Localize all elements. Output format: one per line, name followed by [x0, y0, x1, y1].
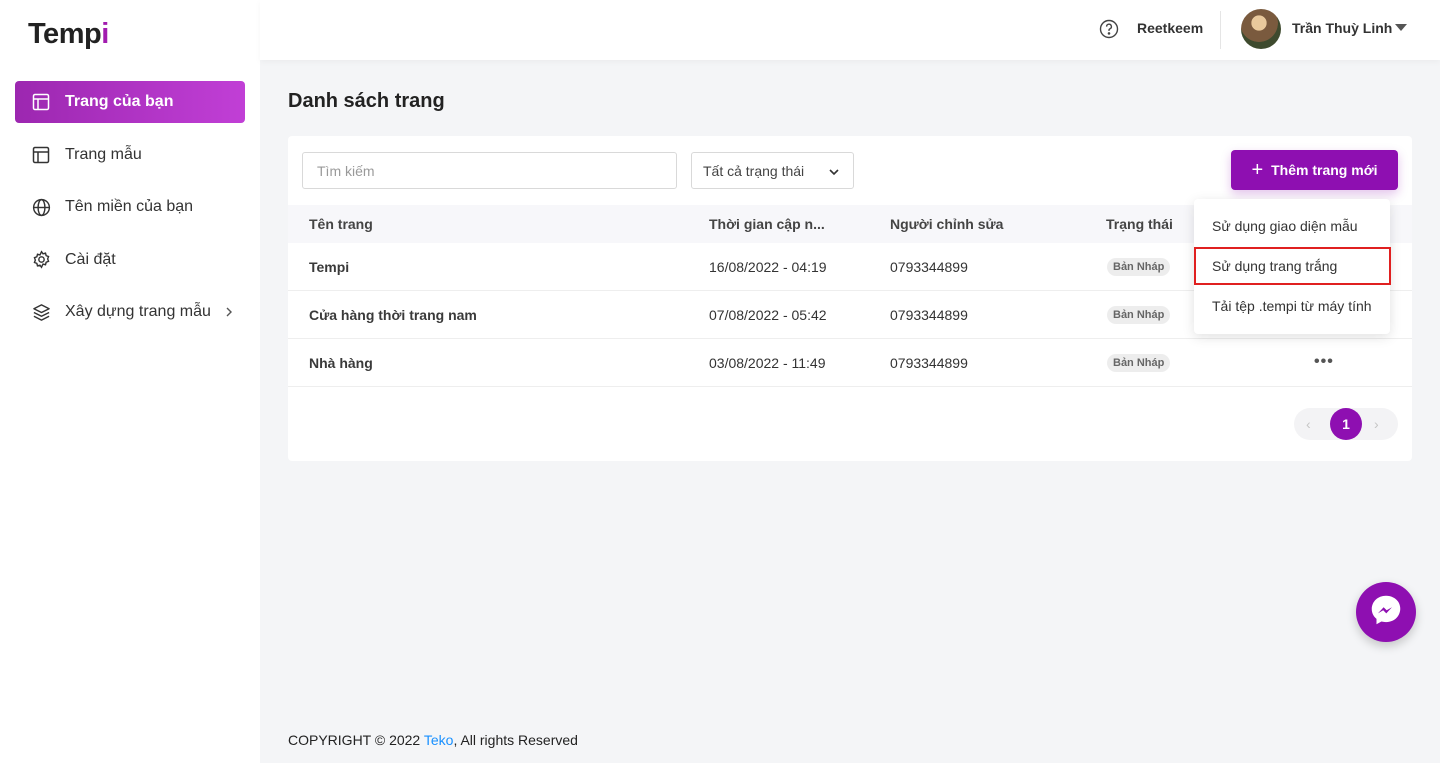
sidebar-item-domains[interactable]: Tên miền của bạn — [15, 186, 245, 228]
page-title: Danh sách trang — [288, 90, 445, 112]
editor: 0793344899 — [890, 259, 968, 275]
add-page-menu: Sử dụng giao diện mẫu Sử dụng trang trắn… — [1194, 199, 1391, 334]
column-header-name[interactable]: Tên trang — [309, 216, 373, 232]
avatar[interactable] — [1241, 9, 1281, 49]
sidebar-item-my-pages[interactable]: Trang của bạn — [15, 81, 245, 123]
next-page-button[interactable]: › — [1374, 416, 1379, 432]
sidebar-item-label: Trang của bạn — [65, 93, 174, 110]
top-header: Reetkeem Trần Thuỳ Linh — [260, 0, 1440, 60]
page-name[interactable]: Tempi — [309, 259, 349, 275]
updated-time: 03/08/2022 - 11:49 — [709, 355, 826, 371]
gear-icon — [31, 250, 51, 270]
footer-copyright: COPYRIGHT © 2022 Teko, All rights Reserv… — [288, 732, 578, 748]
editor: 0793344899 — [890, 355, 968, 371]
help-icon[interactable] — [1099, 19, 1119, 39]
workspace-name[interactable]: Reetkeem — [1137, 20, 1203, 36]
status-badge: Bản Nháp — [1107, 354, 1171, 372]
updated-time: 16/08/2022 - 04:19 — [709, 259, 827, 275]
layout-icon — [31, 92, 51, 112]
app-logo[interactable]: Tempi — [28, 18, 109, 51]
status-badge: Bản Nháp — [1107, 306, 1171, 324]
sidebar-item-label: Trang mẫu — [65, 145, 142, 163]
more-options-icon[interactable]: ••• — [1314, 353, 1334, 371]
column-header-status[interactable]: Trạng thái — [1106, 216, 1173, 232]
sidebar-item-label: Cài đặt — [65, 250, 116, 268]
footer-prefix: COPYRIGHT © 2022 — [288, 732, 424, 748]
add-page-button[interactable]: + Thêm trang mới — [1231, 150, 1398, 190]
menu-item-use-blank-page[interactable]: Sử dụng trang trắng — [1194, 247, 1391, 285]
editor: 0793344899 — [890, 307, 968, 323]
footer-suffix: , All rights Reserved — [453, 732, 578, 748]
messenger-chat-button[interactable] — [1356, 582, 1416, 642]
page-name[interactable]: Nhà hàng — [309, 355, 373, 371]
status-filter-select[interactable]: Tất cả trạng thái — [691, 152, 854, 189]
status-filter-value: Tất cả trạng thái — [703, 162, 805, 179]
layers-icon — [31, 302, 51, 322]
sidebar-item-label: Tên miền của bạn — [65, 198, 194, 215]
user-name[interactable]: Trần Thuỳ Linh — [1292, 20, 1392, 36]
globe-icon — [31, 197, 51, 217]
sidebar-item-build-templates[interactable]: Xây dựng trang mẫu — [15, 291, 245, 333]
plus-icon: + — [1251, 159, 1264, 181]
sidebar-item-label: Xây dựng trang mẫu — [65, 303, 211, 320]
table-row[interactable]: Nhà hàng 03/08/2022 - 11:49 0793344899 B… — [288, 339, 1412, 387]
caret-down-icon[interactable] — [1395, 24, 1407, 31]
sidebar-item-templates[interactable]: Trang mẫu — [15, 134, 245, 176]
sidebar: Tempi Trang của bạn Trang mẫu Tên miền c… — [0, 0, 260, 763]
add-page-label: Thêm trang mới — [1271, 162, 1378, 178]
menu-item-use-template[interactable]: Sử dụng giao diện mẫu — [1194, 208, 1390, 244]
updated-time: 07/08/2022 - 05:42 — [709, 307, 827, 323]
messenger-icon — [1367, 591, 1405, 634]
chevron-right-icon — [221, 304, 237, 320]
sidebar-item-settings[interactable]: Cài đặt — [15, 239, 245, 281]
chevron-down-icon — [827, 165, 841, 179]
pagination: ‹ 1 › — [1294, 408, 1398, 440]
column-header-updated[interactable]: Thời gian cập n... — [709, 216, 825, 232]
prev-page-button[interactable]: ‹ — [1306, 416, 1311, 432]
sidebar-nav: Trang của bạn Trang mẫu Tên miền của bạn… — [15, 81, 245, 344]
page-name[interactable]: Cửa hàng thời trang nam — [309, 307, 477, 323]
status-badge: Bản Nháp — [1107, 258, 1171, 276]
footer-link-teko[interactable]: Teko — [424, 732, 454, 748]
layout-icon — [31, 145, 51, 165]
search-input[interactable] — [302, 152, 677, 189]
page-1-button[interactable]: 1 — [1330, 408, 1362, 440]
menu-item-upload-tempi-file[interactable]: Tải tệp .tempi từ máy tính — [1194, 288, 1390, 324]
column-header-editor[interactable]: Người chỉnh sửa — [890, 216, 1003, 232]
header-divider — [1220, 11, 1221, 49]
